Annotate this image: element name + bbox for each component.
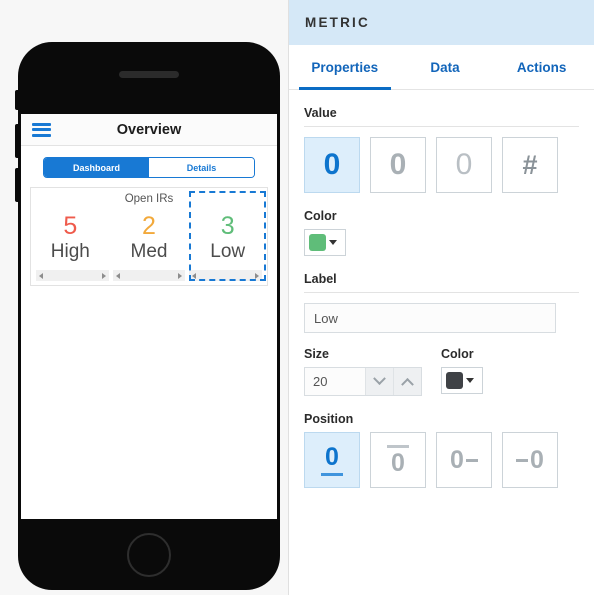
position-below-option[interactable]: 0 bbox=[304, 432, 360, 488]
position-left-option[interactable]: 0 bbox=[502, 432, 558, 488]
segmented-control[interactable]: Dashboard Details bbox=[43, 157, 255, 178]
divider bbox=[304, 126, 579, 127]
arrow-left-icon bbox=[115, 272, 120, 279]
metric-resize-handles bbox=[31, 268, 267, 285]
preview-canvas: Overview Dashboard Details Open IRs 5 Hi… bbox=[0, 0, 288, 595]
metric-label: Low bbox=[210, 241, 246, 262]
value-color-label: Color bbox=[304, 209, 337, 223]
arrow-right-icon bbox=[255, 272, 260, 279]
metric-label: Med bbox=[130, 241, 168, 262]
resize-handle-med[interactable] bbox=[112, 270, 186, 281]
value-section: Value 0 0 0 # Color bbox=[289, 106, 594, 256]
metric-label: High bbox=[50, 241, 90, 262]
panel-header: METRIC bbox=[289, 0, 594, 45]
hamburger-icon[interactable] bbox=[32, 122, 51, 137]
app-navbar: Overview bbox=[21, 114, 277, 146]
panel-tabs: Properties Data Actions bbox=[289, 45, 594, 90]
card-title: Open IRs bbox=[124, 193, 174, 205]
size-stepper[interactable]: 20 bbox=[304, 367, 422, 396]
value-color-picker[interactable] bbox=[304, 229, 346, 256]
label-section-label: Label bbox=[304, 272, 337, 286]
phone-earpiece-speaker bbox=[119, 71, 179, 78]
label-size-field: Size 20 bbox=[304, 347, 441, 396]
open-irs-card: Open IRs 5 High 2 Med 3 Low bbox=[30, 187, 268, 286]
digit-zero-icon: 0 bbox=[455, 148, 473, 181]
label-section: Label Size 20 bbox=[289, 272, 594, 396]
metric-med[interactable]: 2 Med bbox=[110, 207, 189, 268]
position-above-option[interactable]: 0 bbox=[370, 432, 426, 488]
tab-actions[interactable]: Actions bbox=[493, 45, 590, 89]
chevron-down-icon bbox=[329, 240, 337, 245]
digit-zero-icon: 0 bbox=[389, 148, 407, 181]
panel-title: METRIC bbox=[305, 15, 370, 30]
size-label: Size bbox=[304, 347, 330, 361]
position-section-label: Position bbox=[304, 412, 354, 426]
value-section-label: Value bbox=[304, 106, 337, 120]
digit-zero-icon: 0 bbox=[323, 148, 341, 181]
label-color-label: Color bbox=[441, 347, 474, 361]
metric-properties-panel: METRIC Properties Data Actions Value 0 0… bbox=[288, 0, 594, 595]
hash-icon: # bbox=[522, 149, 538, 180]
color-swatch bbox=[446, 372, 463, 389]
tab-dashboard[interactable]: Dashboard bbox=[44, 158, 149, 177]
size-decrement-button[interactable] bbox=[365, 368, 393, 395]
size-value: 20 bbox=[313, 374, 328, 389]
position-right-option[interactable]: 0 bbox=[436, 432, 492, 488]
value-style-options: 0 0 0 # bbox=[304, 137, 579, 193]
metric-card-wrap: Open IRs 5 High 2 Med 3 Low bbox=[21, 187, 277, 286]
phone-volume-down-button bbox=[15, 168, 19, 202]
arrow-left-icon bbox=[192, 272, 197, 279]
page-title: Overview bbox=[116, 121, 182, 138]
resize-handle-low[interactable] bbox=[189, 270, 263, 281]
label-color-picker[interactable] bbox=[441, 367, 483, 394]
metric-row: 5 High 2 Med 3 Low bbox=[31, 191, 267, 281]
divider bbox=[304, 292, 579, 293]
position-options: 0 0 0 0 bbox=[304, 432, 579, 488]
value-style-hash-option[interactable]: # bbox=[502, 137, 558, 193]
tab-properties[interactable]: Properties bbox=[293, 45, 397, 90]
value-style-regular-option[interactable]: 0 bbox=[370, 137, 426, 193]
position-section: Position 0 0 0 0 bbox=[289, 412, 594, 488]
label-above-icon: 0 bbox=[387, 444, 409, 476]
arrow-right-icon bbox=[101, 272, 106, 279]
metric-value: 3 bbox=[220, 212, 235, 240]
metric-value: 5 bbox=[63, 212, 78, 240]
resize-handle-high[interactable] bbox=[36, 270, 109, 281]
tab-details[interactable]: Details bbox=[149, 158, 254, 177]
label-right-icon: 0 bbox=[450, 447, 478, 473]
label-size-color-row: Size 20 Color bbox=[304, 347, 579, 396]
segmented-control-wrap: Dashboard Details bbox=[21, 146, 277, 187]
phone-home-button bbox=[127, 533, 171, 577]
metric-low[interactable]: 3 Low bbox=[188, 191, 267, 281]
tab-data[interactable]: Data bbox=[397, 45, 494, 89]
metric-value: 2 bbox=[142, 212, 156, 240]
arrow-left-icon bbox=[39, 272, 43, 279]
label-color-field: Color bbox=[441, 347, 483, 396]
label-left-icon: 0 bbox=[516, 447, 544, 473]
phone-mockup: Overview Dashboard Details Open IRs 5 Hi… bbox=[15, 42, 280, 590]
label-text-input[interactable] bbox=[304, 303, 556, 333]
value-style-light-option[interactable]: 0 bbox=[436, 137, 492, 193]
value-style-bold-option[interactable]: 0 bbox=[304, 137, 360, 193]
label-below-icon: 0 bbox=[321, 444, 343, 476]
metric-high[interactable]: 5 High bbox=[31, 207, 110, 268]
color-swatch bbox=[309, 234, 326, 251]
chevron-down-icon bbox=[373, 372, 386, 386]
chevron-up-icon bbox=[401, 377, 414, 391]
phone-silent-switch bbox=[15, 90, 19, 110]
phone-screen: Overview Dashboard Details Open IRs 5 Hi… bbox=[21, 114, 277, 519]
phone-volume-up-button bbox=[15, 124, 19, 158]
chevron-down-icon bbox=[466, 378, 474, 383]
size-increment-button[interactable] bbox=[393, 368, 421, 395]
arrow-right-icon bbox=[178, 272, 183, 279]
